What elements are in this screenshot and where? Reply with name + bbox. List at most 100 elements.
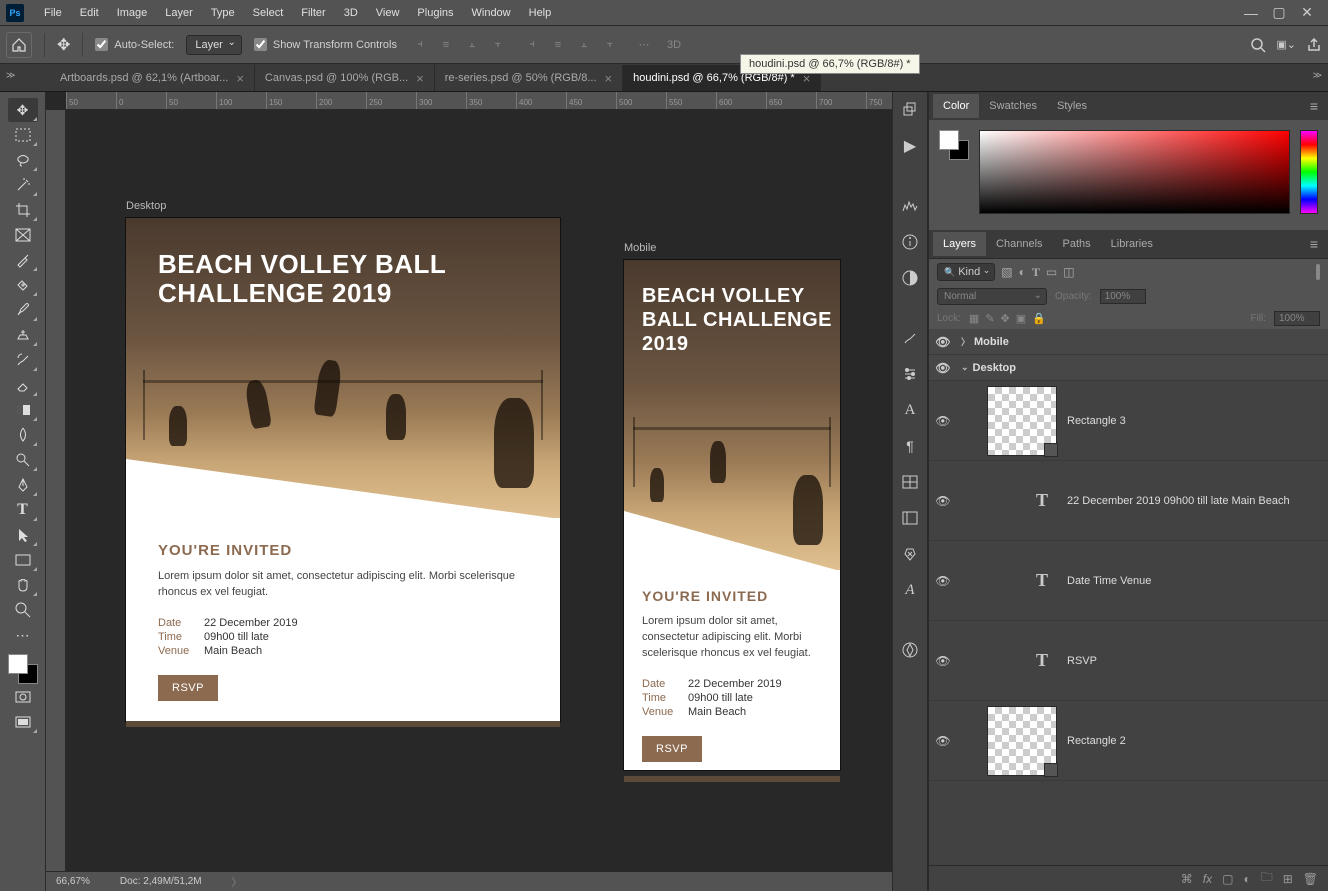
align-top-button[interactable]: ⫟ bbox=[487, 34, 509, 56]
panel-menu-icon[interactable]: ≡ bbox=[1304, 236, 1324, 252]
panel-menu-icon[interactable]: ≡ bbox=[1304, 98, 1324, 114]
menu-select[interactable]: Select bbox=[245, 3, 292, 23]
layer-text-labels[interactable]: 👁 T Date Time Venue bbox=[929, 541, 1328, 621]
artboard-label-desktop[interactable]: Desktop bbox=[126, 200, 166, 212]
canvas-viewport[interactable]: Desktop BEACH VOLLEY BALL CHALLENGE 2019… bbox=[66, 110, 892, 871]
menu-layer[interactable]: Layer bbox=[157, 3, 201, 23]
history-panel-icon[interactable] bbox=[898, 98, 922, 122]
path-selection-tool[interactable] bbox=[8, 523, 38, 547]
paragraph-panel-icon[interactable]: ¶ bbox=[898, 434, 922, 458]
character-styles-icon[interactable]: A bbox=[898, 578, 922, 602]
menu-file[interactable]: File bbox=[36, 3, 70, 23]
glyphs-panel-icon[interactable] bbox=[898, 470, 922, 494]
history-brush-tool[interactable] bbox=[8, 348, 38, 372]
search-icon[interactable] bbox=[1250, 37, 1266, 53]
crop-tool[interactable] bbox=[8, 198, 38, 222]
layer-thumbnail[interactable] bbox=[987, 706, 1057, 776]
clone-stamp-tool[interactable] bbox=[8, 323, 38, 347]
doc-size[interactable]: Doc: 2,49M/51,2M bbox=[120, 876, 202, 887]
delete-layer-icon[interactable]: 🗑 bbox=[1303, 872, 1318, 886]
dodge-tool[interactable] bbox=[8, 448, 38, 472]
menu-type[interactable]: Type bbox=[203, 3, 243, 23]
eyedropper-tool[interactable] bbox=[8, 248, 38, 272]
filter-type-icon[interactable]: T bbox=[1032, 265, 1040, 280]
expand-toggle[interactable]: ⌄ bbox=[961, 362, 969, 373]
visibility-toggle[interactable]: 👁 bbox=[935, 361, 951, 375]
layer-text-rsvp[interactable]: 👁 T RSVP bbox=[929, 621, 1328, 701]
close-icon[interactable]: × bbox=[605, 72, 613, 85]
eraser-tool[interactable] bbox=[8, 373, 38, 397]
lock-all-icon[interactable]: 🔒 bbox=[1032, 312, 1046, 325]
layer-group-desktop[interactable]: 👁 ⌄ Desktop bbox=[929, 355, 1328, 381]
dist-hspace-button[interactable]: ⫟ bbox=[599, 34, 621, 56]
frame-tool[interactable] bbox=[8, 223, 38, 247]
close-icon[interactable]: × bbox=[416, 72, 424, 85]
menu-3d[interactable]: 3D bbox=[336, 3, 366, 23]
lock-transparency-icon[interactable]: ▦ bbox=[969, 312, 979, 325]
lasso-tool[interactable] bbox=[8, 148, 38, 172]
healing-brush-tool[interactable] bbox=[8, 273, 38, 297]
minimize-button[interactable]: — bbox=[1244, 6, 1258, 20]
quick-mask-tool[interactable] bbox=[8, 685, 38, 709]
marquee-tool[interactable] bbox=[8, 123, 38, 147]
collapse-panels-handle[interactable]: ≫ bbox=[1313, 70, 1322, 81]
tab-paths[interactable]: Paths bbox=[1053, 232, 1101, 256]
align-left-button[interactable]: ⫞ bbox=[409, 34, 431, 56]
fill-field[interactable]: 100% bbox=[1274, 311, 1320, 326]
menu-filter[interactable]: Filter bbox=[293, 3, 333, 23]
color-foreground[interactable] bbox=[939, 130, 959, 150]
visibility-toggle[interactable]: 👁 bbox=[935, 734, 951, 748]
rsvp-button[interactable]: RSVP bbox=[158, 675, 218, 701]
link-layers-icon[interactable]: ⌘ bbox=[1181, 872, 1193, 886]
close-button[interactable]: ✕ bbox=[1300, 6, 1314, 20]
ruler-horizontal[interactable]: 5005010015020025030035040045050055060065… bbox=[66, 92, 892, 110]
foreground-background-color[interactable] bbox=[8, 654, 38, 684]
navigator-icon[interactable] bbox=[898, 638, 922, 662]
filter-smart-icon[interactable]: ◫ bbox=[1063, 265, 1074, 280]
visibility-toggle[interactable]: 👁 bbox=[935, 335, 951, 349]
edit-toolbar-button[interactable]: ⋯ bbox=[8, 623, 38, 647]
filter-toggle[interactable] bbox=[1316, 264, 1320, 280]
brush-tool[interactable] bbox=[8, 298, 38, 322]
artboard-desktop[interactable]: BEACH VOLLEY BALL CHALLENGE 2019 YOU'RE … bbox=[126, 218, 560, 722]
rectangle-tool[interactable] bbox=[8, 548, 38, 572]
menu-view[interactable]: View bbox=[368, 3, 408, 23]
layer-style-icon[interactable]: fx bbox=[1203, 872, 1212, 886]
rsvp-button[interactable]: RSVP bbox=[642, 736, 702, 762]
lock-position-icon[interactable]: ✥ bbox=[1001, 312, 1010, 325]
dist-top-button[interactable]: ⫞ bbox=[521, 34, 543, 56]
properties-panel-icon[interactable] bbox=[898, 362, 922, 386]
align-right-button[interactable]: ⫠ bbox=[461, 34, 483, 56]
visibility-toggle[interactable]: 👁 bbox=[935, 574, 951, 588]
tab-swatches[interactable]: Swatches bbox=[979, 94, 1047, 118]
more-options-button[interactable]: ⋯ bbox=[633, 34, 655, 56]
lock-artboard-icon[interactable]: ▣ bbox=[1016, 312, 1026, 325]
align-hcenter-button[interactable]: ≡ bbox=[435, 34, 457, 56]
screen-mode-tool[interactable] bbox=[8, 710, 38, 734]
tab-layers[interactable]: Layers bbox=[933, 232, 986, 256]
adjustments-panel-icon[interactable] bbox=[898, 266, 922, 290]
layer-kind-dropdown[interactable]: Kind bbox=[937, 263, 995, 281]
actions-panel-icon[interactable]: ▶ bbox=[898, 134, 922, 158]
dist-bottom-button[interactable]: ⫠ bbox=[573, 34, 595, 56]
layer-tree[interactable]: 👁 〉 Mobile 👁 ⌄ Desktop 👁 Rectangle 3 bbox=[929, 329, 1328, 865]
styles-panel-icon[interactable] bbox=[898, 506, 922, 530]
tab-libraries[interactable]: Libraries bbox=[1101, 232, 1163, 256]
magic-wand-tool[interactable] bbox=[8, 173, 38, 197]
info-panel-icon[interactable] bbox=[898, 230, 922, 254]
opacity-field[interactable]: 100% bbox=[1100, 289, 1146, 304]
auto-select-checkbox[interactable]: Auto-Select: bbox=[95, 38, 174, 51]
hand-tool[interactable] bbox=[8, 573, 38, 597]
close-icon[interactable]: × bbox=[236, 72, 244, 85]
doc-tab-1[interactable]: Canvas.psd @ 100% (RGB...× bbox=[255, 65, 435, 91]
gradient-tool[interactable] bbox=[8, 398, 38, 422]
filter-shape-icon[interactable]: ▭ bbox=[1046, 265, 1057, 280]
hue-strip[interactable] bbox=[1300, 130, 1318, 214]
doc-tab-0[interactable]: Artboards.psd @ 62,1% (Artboar...× bbox=[50, 65, 255, 91]
show-transform-checkbox[interactable]: Show Transform Controls bbox=[254, 38, 397, 51]
auto-select-input[interactable] bbox=[95, 38, 108, 51]
adjustment-layer-icon[interactable]: ◐ bbox=[1243, 872, 1250, 886]
menu-image[interactable]: Image bbox=[109, 3, 156, 23]
menu-edit[interactable]: Edit bbox=[72, 3, 107, 23]
tool-presets-icon[interactable] bbox=[898, 542, 922, 566]
